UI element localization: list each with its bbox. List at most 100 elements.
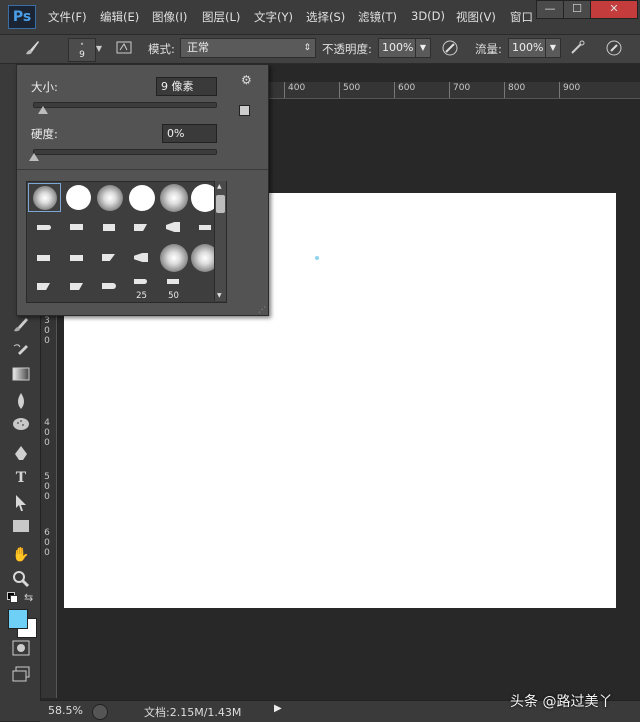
menu-filter[interactable]: 滤镜(T) [358, 9, 397, 25]
chevron-down-icon[interactable]: ▼ [94, 39, 104, 59]
pen-tool-icon[interactable] [10, 444, 32, 464]
scroll-down-icon[interactable]: ▼ [217, 292, 222, 299]
brush-preset[interactable] [28, 243, 61, 272]
brush-preset[interactable] [93, 213, 126, 242]
status-bar: 58.5% 文档:2.15M/1.43M ▶ 头条 @路过美丫 [40, 694, 640, 722]
hardness-label: 硬度: [31, 127, 58, 141]
blur-tool-icon[interactable] [10, 392, 32, 412]
size-slider-thumb[interactable] [38, 106, 49, 114]
rectangle-tool-icon[interactable] [10, 519, 32, 539]
brush-preset[interactable] [61, 213, 94, 242]
menu-image[interactable]: 图像(I) [152, 9, 187, 25]
opacity-input[interactable]: 100% [378, 38, 417, 58]
brush-preset[interactable] [93, 273, 126, 302]
screen-mode-icon[interactable] [10, 666, 32, 686]
status-menu-arrow-icon[interactable]: ▶ [274, 703, 282, 714]
ruler-tick: 400 [288, 83, 306, 93]
brush-tool-icon[interactable] [22, 39, 42, 59]
ruler-tick-6: 600 [44, 528, 50, 558]
size-label: 大小: [31, 80, 58, 94]
brush-preset[interactable] [157, 213, 190, 242]
gear-icon[interactable]: ⚙ [241, 73, 252, 87]
brush-preset[interactable] [125, 243, 158, 272]
menu-layer[interactable]: 图层(L) [202, 9, 240, 25]
opacity-dropdown[interactable]: ▼ [415, 38, 431, 58]
brush-preset[interactable] [61, 273, 94, 302]
mode-value: 正常 [187, 41, 209, 54]
ruler-tick: 600 [398, 83, 416, 93]
mixer-brush-tool-icon[interactable] [10, 316, 32, 336]
ruler-tick: 800 [508, 83, 526, 93]
brush-preset[interactable] [61, 183, 94, 212]
brush-preset-size: 25 [136, 291, 147, 301]
ruler-tick: 900 [563, 83, 581, 93]
history-brush-tool-icon[interactable] [10, 342, 32, 362]
size-input[interactable]: 9 像素 [156, 77, 217, 96]
flow-dropdown[interactable]: ▼ [545, 38, 561, 58]
foreground-color-swatch[interactable] [8, 609, 28, 629]
scroll-up-icon[interactable]: ▲ [217, 183, 222, 190]
path-selection-tool-icon[interactable] [10, 494, 32, 514]
menu-edit[interactable]: 编辑(E) [100, 9, 139, 25]
minimize-button[interactable]: — [536, 0, 564, 19]
opacity-label: 不透明度: [322, 42, 372, 56]
brush-cursor [315, 256, 319, 260]
pressure-size-icon[interactable] [604, 39, 624, 59]
gradient-tool-icon[interactable] [10, 367, 32, 387]
menu-view[interactable]: 视图(V) [456, 9, 496, 25]
brush-preset-selected[interactable] [28, 183, 61, 212]
flow-label: 流量: [475, 42, 502, 56]
flow-input[interactable]: 100% [508, 38, 547, 58]
options-bar: • 9 ▼ 模式: 正常 ⇕ 不透明度: 100% ▼ 流量: 100% ▼ [0, 35, 640, 64]
hardness-slider[interactable] [33, 149, 217, 155]
quick-mask-icon[interactable] [10, 640, 32, 660]
brush-preset[interactable] [93, 243, 126, 272]
brush-size-readout: 9 [79, 50, 85, 60]
brush-preset[interactable]: 50 [157, 273, 190, 302]
sponge-tool-icon[interactable] [10, 416, 32, 436]
brush-preset[interactable] [125, 183, 158, 212]
type-tool-icon[interactable]: T [10, 468, 32, 488]
default-colors-icon[interactable] [7, 592, 18, 603]
close-button[interactable]: ✕ [590, 0, 638, 19]
brush-preset[interactable] [61, 243, 94, 272]
brush-preset[interactable] [157, 243, 190, 272]
airbrush-icon[interactable] [568, 39, 588, 59]
brush-preset-picker[interactable]: • 9 [68, 38, 96, 62]
ruler-tick: 500 [343, 83, 361, 93]
reset-size-icon[interactable] [239, 105, 250, 116]
brush-preset-grid: 25 50 [26, 181, 227, 303]
swap-colors-icon[interactable]: ⇆ [24, 591, 33, 604]
brush-preset[interactable] [28, 213, 61, 242]
zoom-tool-icon[interactable] [10, 570, 32, 590]
menu-window[interactable]: 窗口 [510, 9, 533, 25]
menu-file[interactable]: 文件(F) [48, 9, 87, 25]
menu-3d[interactable]: 3D(D) [411, 9, 445, 23]
hardness-slider-thumb[interactable] [29, 153, 39, 161]
ruler-tick-5: 500 [44, 472, 50, 502]
hand-tool-icon[interactable]: ✋ [10, 545, 32, 565]
brush-preset[interactable] [28, 273, 61, 302]
mode-label: 模式: [148, 42, 175, 56]
brush-preset[interactable]: 25 [125, 273, 158, 302]
restore-button[interactable]: ☐ [563, 0, 591, 19]
menu-type[interactable]: 文字(Y) [254, 9, 293, 25]
brush-preset[interactable] [125, 213, 158, 242]
brush-panel-toggle-icon[interactable] [114, 39, 134, 59]
scrollbar-thumb[interactable] [216, 195, 225, 213]
ruler-tick-4: 400 [44, 418, 50, 448]
size-slider[interactable] [33, 102, 217, 108]
menu-bar: Ps 文件(F) 编辑(E) 图像(I) 图层(L) 文字(Y) 选择(S) 滤… [0, 0, 640, 35]
photoshop-logo: Ps [8, 5, 36, 29]
pressure-opacity-icon[interactable] [440, 39, 460, 59]
brush-preset[interactable] [93, 183, 126, 212]
brush-preset-size: 50 [168, 291, 179, 301]
menu-select[interactable]: 选择(S) [306, 9, 345, 25]
hardness-input[interactable]: 0% [162, 124, 217, 143]
zoom-level[interactable]: 58.5% [48, 704, 83, 717]
preset-scrollbar[interactable]: ▲ ▼ [214, 181, 226, 301]
share-icon[interactable] [92, 704, 108, 720]
brush-preset[interactable] [157, 183, 190, 212]
mode-select[interactable]: 正常 ⇕ [180, 38, 316, 58]
resize-grip-icon[interactable]: ⋰ [258, 305, 266, 314]
